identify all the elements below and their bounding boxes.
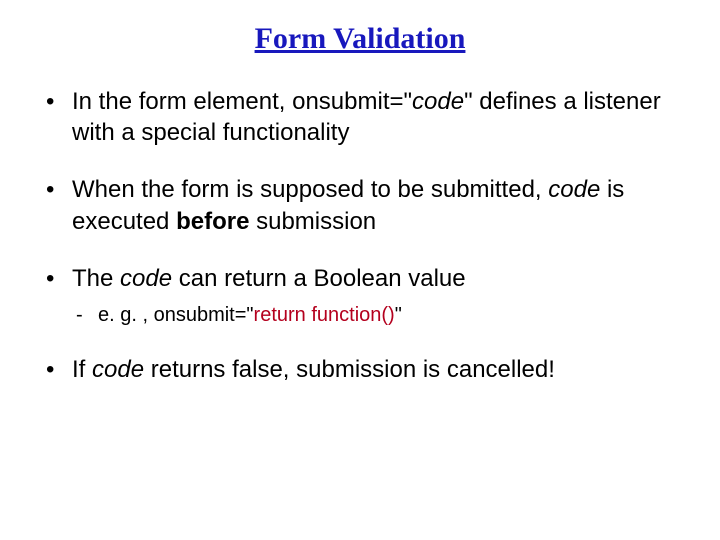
- slide-title: Form Validation: [38, 22, 682, 56]
- code-word: code: [120, 265, 172, 292]
- slide: Form Validation In the form element, ons…: [0, 0, 720, 540]
- bullet-item-2: When the form is supposed to be submitte…: [38, 174, 682, 236]
- code-word: code: [92, 356, 144, 383]
- code-word: code: [548, 176, 600, 203]
- text: returns false, submission is cancelled!: [144, 356, 555, 383]
- code-word: code: [412, 88, 464, 115]
- sub-bullet-list: e. g. , onsubmit="return function()": [72, 302, 682, 328]
- text: submission: [249, 208, 376, 235]
- text: In the form element, onsubmit=": [72, 88, 412, 115]
- sub-bullet-item: e. g. , onsubmit="return function()": [72, 302, 682, 328]
- text: can return a Boolean value: [172, 265, 466, 292]
- text: The: [72, 265, 120, 292]
- text: When the form is supposed to be submitte…: [72, 176, 548, 203]
- text: If: [72, 356, 92, 383]
- code-snippet: return function(): [254, 304, 395, 326]
- text: e. g. , onsubmit=": [98, 304, 254, 326]
- bold-word: before: [176, 208, 249, 235]
- bullet-list: In the form element, onsubmit="code" def…: [38, 86, 682, 385]
- text: ": [395, 304, 402, 326]
- bullet-item-4: If code returns false, submission is can…: [38, 354, 682, 385]
- bullet-item-1: In the form element, onsubmit="code" def…: [38, 86, 682, 148]
- bullet-item-3: The code can return a Boolean value e. g…: [38, 263, 682, 328]
